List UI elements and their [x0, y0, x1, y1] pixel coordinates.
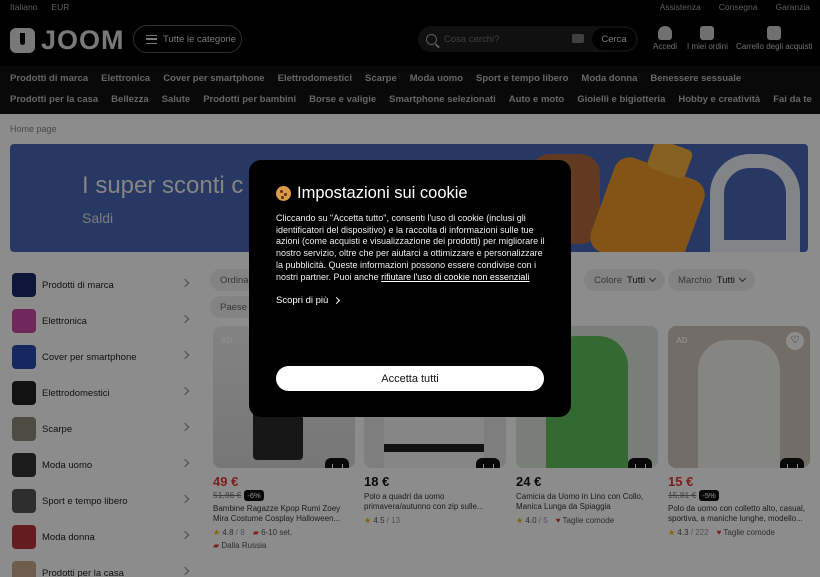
cookie-title-text: Impostazioni sui cookie: [297, 184, 468, 202]
cookie-body: Cliccando su "Accetta tutto", consenti l…: [276, 213, 546, 283]
accept-all-button[interactable]: Accetta tutti: [276, 366, 544, 391]
learn-more-link[interactable]: Scopri di più: [276, 295, 341, 306]
chevron-right-icon: [333, 296, 341, 305]
cookie-icon: [276, 186, 291, 201]
reject-cookies-link[interactable]: rifiutare l'uso di cookie non essenziali: [381, 272, 529, 282]
cookie-modal-title: Impostazioni sui cookie: [276, 184, 468, 203]
cookie-modal: Impostazioni sui cookie Cliccando su "Ac…: [249, 160, 571, 417]
learn-more-label: Scopri di più: [276, 295, 329, 306]
